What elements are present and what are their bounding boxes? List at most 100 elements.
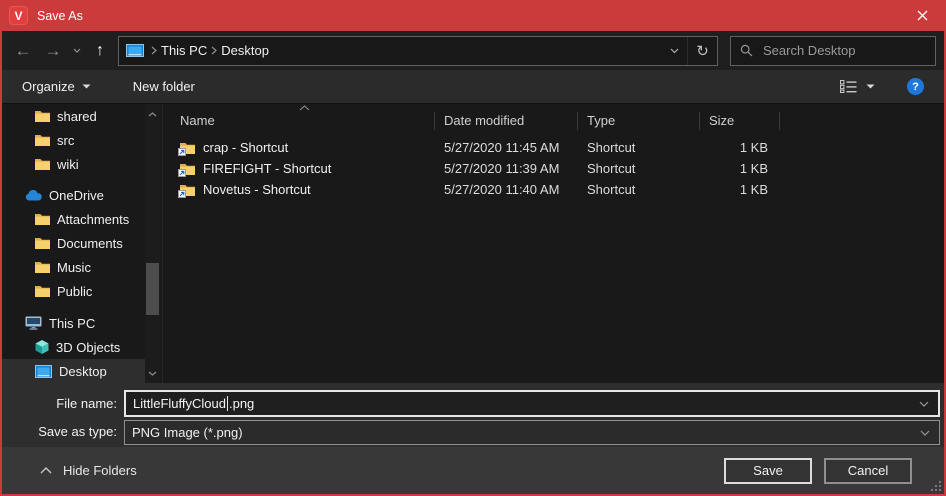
sidebar-item-public[interactable]: Public (2, 279, 145, 303)
back-button[interactable]: ← (8, 36, 38, 66)
refresh-button[interactable]: ↻ (687, 37, 717, 65)
chevron-down-icon (866, 84, 875, 89)
column-header-name[interactable]: Name (163, 112, 435, 130)
shortcut-arrow-icon (178, 169, 186, 177)
file-name: FIREFIGHT - Shortcut (203, 161, 331, 176)
new-folder-button[interactable]: New folder (125, 75, 203, 98)
sidebar-item-shared[interactable]: shared (2, 104, 145, 128)
table-row[interactable]: crap - Shortcut 5/27/2020 11:45 AM Short… (163, 137, 944, 158)
list-view-icon (840, 80, 857, 93)
navigation-pane: shared src wiki OneDrive Attachments (2, 104, 162, 383)
folder-shortcut-icon (180, 184, 195, 196)
search-icon (740, 44, 753, 57)
chevron-down-icon (73, 48, 81, 53)
file-name-cell: FIREFIGHT - Shortcut (163, 161, 435, 176)
file-size: 1 KB (700, 182, 780, 197)
file-name: crap - Shortcut (203, 140, 288, 155)
breadcrumb-desktop[interactable]: Desktop (217, 43, 273, 58)
chevron-down-icon (919, 401, 929, 407)
save-as-dialog: V Save As ← → ↑ This PC Des (0, 0, 946, 496)
column-header-date-modified[interactable]: Date modified (435, 112, 578, 130)
chevron-up-icon (40, 467, 52, 474)
scrollbar-thumb[interactable] (146, 263, 159, 315)
address-dropdown-button[interactable] (661, 37, 687, 65)
sidebar-item-label: Desktop (59, 364, 107, 379)
folder-icon (35, 285, 50, 297)
file-name-input[interactable]: LittleFluffyCloud .png (124, 390, 940, 417)
file-type: Shortcut (578, 140, 700, 155)
sidebar-item-label: Public (57, 284, 92, 299)
folder-icon (35, 110, 50, 122)
sidebar-item-label: wiki (57, 157, 79, 172)
sidebar-item-this-pc[interactable]: This PC (2, 311, 145, 335)
search-box[interactable] (730, 36, 936, 66)
refresh-icon: ↻ (696, 42, 709, 60)
sidebar-item-label: src (57, 133, 74, 148)
sidebar-item-music[interactable]: Music (2, 255, 145, 279)
sidebar-item-label: Documents (57, 236, 123, 251)
sidebar-item-3d-objects[interactable]: 3D Objects (2, 335, 145, 359)
folder-icon (35, 261, 50, 273)
sidebar-item-label: Music (57, 260, 91, 275)
sidebar-item-src[interactable]: src (2, 128, 145, 152)
sidebar-item-attachments[interactable]: Attachments (2, 207, 145, 231)
save-as-type-row: Save as type: PNG Image (*.png) (2, 417, 944, 445)
folder-icon (35, 134, 50, 146)
column-header-size[interactable]: Size (700, 112, 780, 130)
scroll-up-button[interactable] (145, 106, 160, 122)
sidebar-item-label: OneDrive (49, 188, 104, 203)
search-input[interactable] (763, 43, 913, 58)
sidebar-item-label: shared (57, 109, 97, 124)
file-name-label: File name: (2, 396, 124, 411)
new-folder-label: New folder (133, 79, 195, 94)
command-toolbar: Organize New folder ? (2, 70, 944, 104)
file-size: 1 KB (700, 140, 780, 155)
main-area: shared src wiki OneDrive Attachments (2, 104, 944, 383)
scroll-down-button[interactable] (145, 365, 160, 381)
window-title: Save As (37, 9, 83, 23)
file-list-pane: Name Date modified Type Size cra (162, 104, 944, 383)
computer-icon (25, 316, 42, 330)
folder-icon (35, 158, 50, 170)
save-as-type-select[interactable]: PNG Image (*.png) (124, 420, 940, 445)
onedrive-cloud-icon (25, 190, 42, 201)
footer-bar: Hide Folders Save Cancel (2, 447, 944, 494)
forward-button[interactable]: → (38, 36, 68, 66)
vivaldi-app-icon: V (9, 6, 28, 25)
sidebar-spacer (2, 303, 162, 311)
sidebar-item-wiki[interactable]: wiki (2, 152, 145, 176)
close-icon (917, 10, 928, 21)
breadcrumb-this-pc[interactable]: This PC (157, 43, 211, 58)
sidebar-item-onedrive[interactable]: OneDrive (2, 183, 145, 207)
column-header-type[interactable]: Type (578, 112, 700, 130)
desktop-location-icon (126, 44, 144, 58)
up-button[interactable]: ↑ (86, 36, 114, 66)
up-arrow-icon: ↑ (96, 42, 104, 60)
help-icon: ? (912, 81, 919, 93)
hide-folders-button[interactable]: Hide Folders (40, 463, 137, 478)
table-row[interactable]: FIREFIGHT - Shortcut 5/27/2020 11:39 AM … (163, 158, 944, 179)
table-row[interactable]: Novetus - Shortcut 5/27/2020 11:40 AM Sh… (163, 179, 944, 200)
sidebar-item-documents[interactable]: Documents (2, 231, 145, 255)
change-view-button[interactable] (834, 76, 881, 97)
organize-button[interactable]: Organize (14, 75, 99, 98)
file-name-dropdown-button[interactable] (919, 401, 938, 407)
desktop-monitor-icon (35, 365, 52, 378)
sidebar-item-label: Attachments (57, 212, 129, 227)
sidebar-scrollbar[interactable] (145, 104, 160, 383)
help-button[interactable]: ? (907, 78, 924, 95)
back-arrow-icon: ← (15, 41, 32, 61)
cancel-button[interactable]: Cancel (824, 458, 912, 484)
close-button[interactable] (900, 0, 944, 31)
titlebar[interactable]: V Save As (2, 0, 944, 31)
sidebar-item-label: This PC (49, 316, 95, 331)
recent-locations-button[interactable] (68, 36, 86, 66)
save-as-type-dropdown-button[interactable] (920, 430, 939, 436)
sidebar-item-desktop[interactable]: Desktop (2, 359, 145, 383)
address-bar[interactable]: This PC Desktop ↻ (118, 36, 718, 66)
file-name-text: LittleFluffyCloud (133, 396, 226, 411)
resize-grip[interactable] (931, 481, 941, 491)
save-button[interactable]: Save (724, 458, 812, 484)
file-name: Novetus - Shortcut (203, 182, 311, 197)
folder-icon (35, 213, 50, 225)
